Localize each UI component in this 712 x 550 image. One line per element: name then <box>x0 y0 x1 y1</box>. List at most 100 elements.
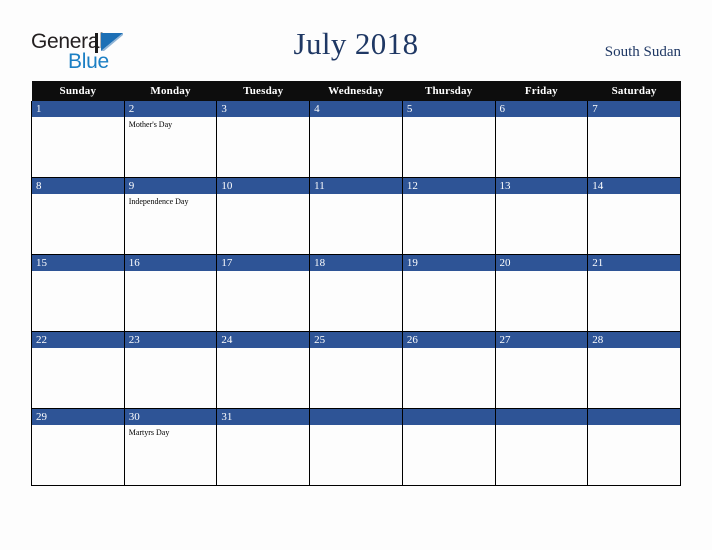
weekday-header-saturday: Saturday <box>587 81 681 101</box>
calendar-day-cell[interactable] <box>587 408 681 486</box>
calendar-day-cell[interactable]: 7 <box>587 101 681 178</box>
calendar-body: 1 2 Mother's Day 3 4 5 6 7 8 9 Independence Day 10 1… <box>31 101 681 486</box>
day-number: 8 <box>32 178 124 194</box>
calendar-day-cell[interactable]: 29 <box>31 408 125 486</box>
day-event-area <box>588 348 680 407</box>
calendar-day-cell[interactable]: 5 <box>401 101 496 178</box>
calendar-day-cell[interactable]: 31 <box>216 408 311 486</box>
day-event-area <box>125 271 217 330</box>
day-event-area <box>32 271 124 330</box>
day-number: 28 <box>588 332 680 348</box>
day-event-area <box>496 271 588 330</box>
day-event-area <box>32 194 124 253</box>
day-event-area <box>588 271 680 330</box>
day-number: 11 <box>310 178 402 194</box>
day-event-area <box>125 348 217 407</box>
calendar-day-cell[interactable]: 6 <box>494 101 589 178</box>
day-event-area <box>403 425 495 484</box>
calendar-day-cell[interactable]: 22 <box>31 331 125 409</box>
day-event-area <box>217 117 309 176</box>
day-event-area <box>217 425 309 484</box>
day-number <box>495 409 588 425</box>
day-number: 22 <box>32 332 124 348</box>
weekday-header-row: Sunday Monday Tuesday Wednesday Thursday… <box>31 81 681 101</box>
day-number: 5 <box>402 101 495 117</box>
day-number: 24 <box>217 332 310 348</box>
calendar-day-cell[interactable]: 25 <box>309 331 403 409</box>
weekday-header-friday: Friday <box>495 81 588 101</box>
day-event-area <box>496 348 588 407</box>
calendar-day-cell[interactable] <box>401 408 496 486</box>
day-event-area <box>217 194 309 253</box>
weekday-header-thursday: Thursday <box>402 81 496 101</box>
calendar-header-row: Sunday Monday Tuesday Wednesday Thursday… <box>31 81 681 101</box>
calendar-day-cell[interactable]: 15 <box>31 254 125 332</box>
calendar-week-row: 22 23 24 25 26 27 28 <box>31 331 681 409</box>
calendar-day-cell[interactable]: 1 <box>31 101 125 178</box>
day-event-area <box>403 117 495 176</box>
day-event-area <box>403 271 495 330</box>
day-event-area <box>32 117 124 176</box>
calendar-day-cell[interactable]: 9 Independence Day <box>123 177 218 255</box>
calendar-day-cell[interactable]: 10 <box>216 177 311 255</box>
day-number: 30 <box>124 409 217 425</box>
calendar-day-cell[interactable]: 28 <box>587 331 681 409</box>
day-number: 4 <box>310 101 402 117</box>
page-header: General Blue July 2018 South Sudan <box>0 0 712 81</box>
calendar-day-cell[interactable]: 19 <box>401 254 496 332</box>
calendar-day-cell[interactable]: 13 <box>494 177 589 255</box>
day-number: 29 <box>32 409 124 425</box>
calendar-day-cell[interactable]: 2 Mother's Day <box>123 101 218 178</box>
calendar-day-cell[interactable]: 23 <box>123 331 218 409</box>
day-event-area <box>496 425 588 484</box>
calendar-table: Sunday Monday Tuesday Wednesday Thursday… <box>31 81 681 486</box>
weekday-header-tuesday: Tuesday <box>216 81 310 101</box>
calendar-day-cell[interactable] <box>494 408 589 486</box>
calendar-day-cell[interactable]: 27 <box>494 331 589 409</box>
day-event-area <box>32 425 124 484</box>
day-event-area: Mother's Day <box>125 117 217 176</box>
country-label: South Sudan <box>604 44 681 60</box>
calendar-day-cell[interactable]: 11 <box>309 177 403 255</box>
calendar-day-cell[interactable]: 20 <box>494 254 589 332</box>
calendar-week-row: 15 16 17 18 19 20 21 <box>31 254 681 332</box>
calendar-day-cell[interactable]: 18 <box>309 254 403 332</box>
calendar-day-cell[interactable]: 16 <box>123 254 218 332</box>
day-number: 9 <box>124 178 217 194</box>
day-event-area <box>217 348 309 407</box>
day-event-area <box>32 348 124 407</box>
day-event-area <box>403 348 495 407</box>
calendar-day-cell[interactable]: 30 Martyrs Day <box>123 408 218 486</box>
day-number: 31 <box>217 409 310 425</box>
calendar-day-cell[interactable]: 26 <box>401 331 496 409</box>
weekday-header-monday: Monday <box>124 81 217 101</box>
calendar-day-cell[interactable]: 21 <box>587 254 681 332</box>
day-event-area <box>588 117 680 176</box>
weekday-header-sunday: Sunday <box>31 81 125 101</box>
day-number: 14 <box>588 178 680 194</box>
calendar-day-cell[interactable]: 4 <box>309 101 403 178</box>
day-number: 23 <box>124 332 217 348</box>
day-number <box>588 409 680 425</box>
day-event-area <box>496 194 588 253</box>
calendar-day-cell[interactable]: 8 <box>31 177 125 255</box>
calendar-day-cell[interactable] <box>309 408 403 486</box>
calendar-day-cell[interactable]: 12 <box>401 177 496 255</box>
day-number: 7 <box>588 101 680 117</box>
day-number: 18 <box>310 255 402 271</box>
day-event-area: Independence Day <box>125 194 217 253</box>
day-number: 10 <box>217 178 310 194</box>
calendar-day-cell[interactable]: 14 <box>587 177 681 255</box>
day-number: 21 <box>588 255 680 271</box>
day-event-area: Martyrs Day <box>125 425 217 484</box>
day-number: 26 <box>402 332 495 348</box>
day-event-area <box>310 425 402 484</box>
day-number: 20 <box>495 255 588 271</box>
day-number: 13 <box>495 178 588 194</box>
calendar-day-cell[interactable]: 17 <box>216 254 311 332</box>
holiday-label: Mother's Day <box>128 120 173 129</box>
calendar-day-cell[interactable]: 3 <box>216 101 311 178</box>
calendar-day-cell[interactable]: 24 <box>216 331 311 409</box>
day-event-area <box>217 271 309 330</box>
day-event-area <box>588 194 680 253</box>
